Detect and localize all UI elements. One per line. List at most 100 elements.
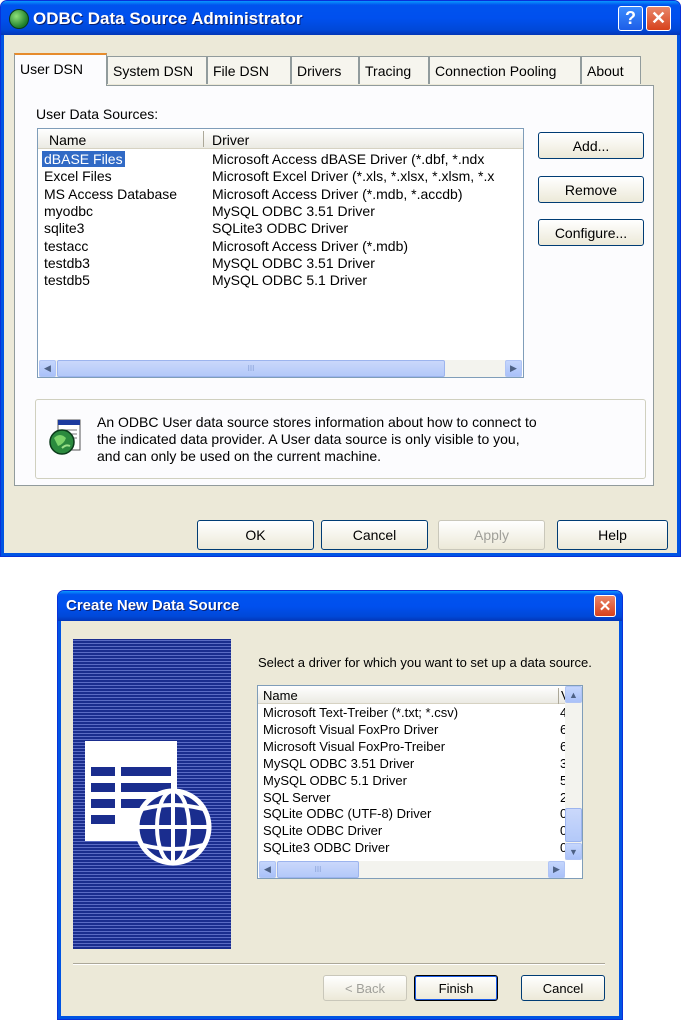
create-close-button[interactable]: ✕ <box>594 595 616 617</box>
dsn-driver-cell: MySQL ODBC 3.51 Driver <box>212 202 375 219</box>
user-dsn-page: User Data Sources: Name Driver dBASE Fil… <box>14 85 654 486</box>
ok-button[interactable]: OK <box>197 520 314 550</box>
scroll-right-icon[interactable]: ▶ <box>505 360 522 377</box>
driver-column-header-name[interactable]: Name <box>258 686 558 704</box>
odbc-titlebar[interactable]: ODBC Data Source Administrator ? ✕ <box>1 1 680 35</box>
driver-name: SQLite ODBC Driver <box>263 823 383 839</box>
select-driver-instruction: Select a driver for which you want to se… <box>258 655 592 670</box>
info-line-2: the indicated data provider. A User data… <box>97 431 520 447</box>
dsn-driver-cell: MySQL ODBC 3.51 Driver <box>212 254 375 271</box>
apply-button[interactable]: Apply <box>438 520 545 550</box>
tab-tracing[interactable]: Tracing <box>359 56 429 84</box>
driver-name: Microsoft Text-Treiber (*.txt; *.csv) <box>263 705 459 720</box>
table-row[interactable]: myodbc MySQL ODBC 3.51 Driver <box>38 202 523 220</box>
driver-name: Microsoft Visual FoxPro-Treiber <box>263 738 446 754</box>
dsn-name-cell: sqlite3 <box>44 220 84 236</box>
user-data-sources-label: User Data Sources: <box>36 106 159 122</box>
driver-name: MySQL ODBC 5.1 Driver <box>263 772 407 788</box>
dsn-name: Excel Files <box>44 168 112 185</box>
odbc-admin-window: ODBC Data Source Administrator ? ✕ User … <box>0 0 681 557</box>
list-item[interactable]: SQLite3 ODBC Driver 0 <box>258 840 567 857</box>
tab-system-dsn[interactable]: System DSN <box>107 56 207 84</box>
driver-scroll-right-icon[interactable]: ▶ <box>548 861 565 878</box>
tab-about[interactable]: About <box>581 56 641 84</box>
dsn-driver-cell: Microsoft Access dBASE Driver (*.dbf, *.… <box>212 151 485 167</box>
dsn-name-cell: testdb3 <box>44 255 90 271</box>
cancel-button[interactable]: Cancel <box>321 520 428 550</box>
driver-name: SQLite3 ODBC Driver <box>263 840 390 856</box>
globe-database-icon <box>48 418 82 456</box>
driver-hscroll-thumb[interactable]: III <box>277 861 359 878</box>
column-header-driver[interactable]: Driver <box>204 129 523 149</box>
table-row[interactable]: testdb3 MySQL ODBC 3.51 Driver <box>38 254 523 272</box>
tab-connection-pooling[interactable]: Connection Pooling <box>429 56 581 84</box>
driver-vscroll-thumb[interactable] <box>565 808 582 842</box>
dsn-name: testdb3 <box>44 254 90 271</box>
table-row[interactable]: sqlite3 SQLite3 ODBC Driver <box>38 220 523 237</box>
dsn-name: myodbc <box>44 202 94 219</box>
create-titlebar[interactable]: Create New Data Source ✕ <box>58 591 622 621</box>
table-row[interactable]: dBASE Files Microsoft Access dBASE Driver… <box>38 151 523 168</box>
driver-horizontal-scrollbar[interactable]: ◀ III ▶ <box>259 861 565 878</box>
list-item[interactable]: Microsoft Visual FoxPro Driver 6 <box>258 721 567 739</box>
create-window-title: Create New Data Source <box>66 597 240 614</box>
dsn-driver-cell: Microsoft Access Driver (*.mdb) <box>212 237 409 254</box>
driver-scroll-left-icon[interactable]: ◀ <box>259 861 276 878</box>
table-row[interactable]: Excel Files Microsoft Excel Driver (*.xls… <box>38 168 523 185</box>
wizard-panel <box>73 639 231 949</box>
dsn-name: testacc <box>44 237 89 254</box>
create-cancel-button[interactable]: Cancel <box>521 975 605 1001</box>
scroll-thumb[interactable]: III <box>57 360 445 377</box>
odbc-app-icon <box>9 9 29 29</box>
help-button[interactable]: Help <box>557 520 668 550</box>
scroll-up-icon[interactable]: ▲ <box>565 686 582 703</box>
horizontal-scrollbar[interactable]: ◀ III ▶ <box>39 360 522 377</box>
list-item[interactable]: SQL Server 2 <box>258 790 567 807</box>
window-title: ODBC Data Source Administrator <box>33 9 303 28</box>
finish-button[interactable]: Finish <box>414 975 498 1001</box>
wizard-separator <box>73 963 605 965</box>
list-item[interactable]: MySQL ODBC 5.1 Driver 5 <box>258 772 567 790</box>
add-button[interactable]: Add... <box>538 132 644 159</box>
list-item[interactable]: SQLite ODBC (UTF-8) Driver 0 <box>258 806 567 823</box>
dsn-name: dBASE Files <box>42 151 125 167</box>
datasource-globe-icon <box>81 731 221 871</box>
table-row[interactable]: MS Access Database Microsoft Access Drive… <box>38 185 523 203</box>
configure-button[interactable]: Configure... <box>538 219 644 246</box>
driver-name: SQLite ODBC (UTF-8) Driver <box>263 806 432 822</box>
dsn-name: sqlite3 <box>44 220 85 237</box>
user-data-sources-list[interactable]: Name Driver dBASE Files Microsoft Access … <box>37 128 524 378</box>
dsn-name-cell: testdb5 <box>44 272 90 288</box>
close-title-button[interactable]: ✕ <box>646 6 671 31</box>
list-item[interactable]: Microsoft Visual FoxPro-Treiber 6 <box>258 738 567 756</box>
dsn-name-cell: myodbc <box>44 203 93 219</box>
column-header-name[interactable]: Name <box>38 129 204 149</box>
list-item[interactable]: Microsoft Text-Treiber (*.txt; *.csv) 4 <box>258 705 567 722</box>
scroll-down-icon[interactable]: ▼ <box>565 843 582 860</box>
dsn-driver-cell: SQLite3 ODBC Driver <box>212 220 349 237</box>
info-groupbox: An ODBC User data source stores informat… <box>35 399 646 479</box>
tab-user-dsn[interactable]: User DSN <box>14 53 107 86</box>
remove-button[interactable]: Remove <box>538 176 644 203</box>
create-data-source-window: Create New Data Source ✕ Select a driver… <box>57 590 623 1020</box>
dsn-name-cell: dBASE Files <box>42 151 125 167</box>
driver-name: Microsoft Visual FoxPro Driver <box>263 721 439 737</box>
dsn-driver-cell: Microsoft Access Driver (*.mdb, *.accdb) <box>212 185 463 202</box>
tab-drivers[interactable]: Drivers <box>291 56 359 84</box>
table-row[interactable]: testdb5 MySQL ODBC 5.1 Driver <box>38 272 523 289</box>
list-item[interactable]: SQLite ODBC Driver 0 <box>258 823 567 840</box>
driver-vertical-scrollbar[interactable]: ▲ ▼ <box>565 686 582 860</box>
list-item[interactable]: MySQL ODBC 3.51 Driver 3 <box>258 756 567 773</box>
dsn-name-cell: Excel Files <box>44 168 112 184</box>
driver-list[interactable]: Name V Microsoft Text-Treiber (*.txt; *.… <box>257 685 583 879</box>
dsn-name-cell: testacc <box>44 238 88 254</box>
back-button[interactable]: < Back <box>323 975 407 1001</box>
tab-file-dsn[interactable]: File DSN <box>207 56 291 84</box>
help-title-button[interactable]: ? <box>618 6 643 31</box>
table-row[interactable]: testacc Microsoft Access Driver (*.mdb) <box>38 237 523 255</box>
scroll-left-icon[interactable]: ◀ <box>39 360 56 377</box>
info-line-3: and can only be used on the current mach… <box>97 448 382 464</box>
dsn-name: testdb5 <box>44 272 90 289</box>
dsn-name: MS Access Database <box>44 185 178 202</box>
info-line-1: An ODBC User data source stores informat… <box>97 414 537 430</box>
